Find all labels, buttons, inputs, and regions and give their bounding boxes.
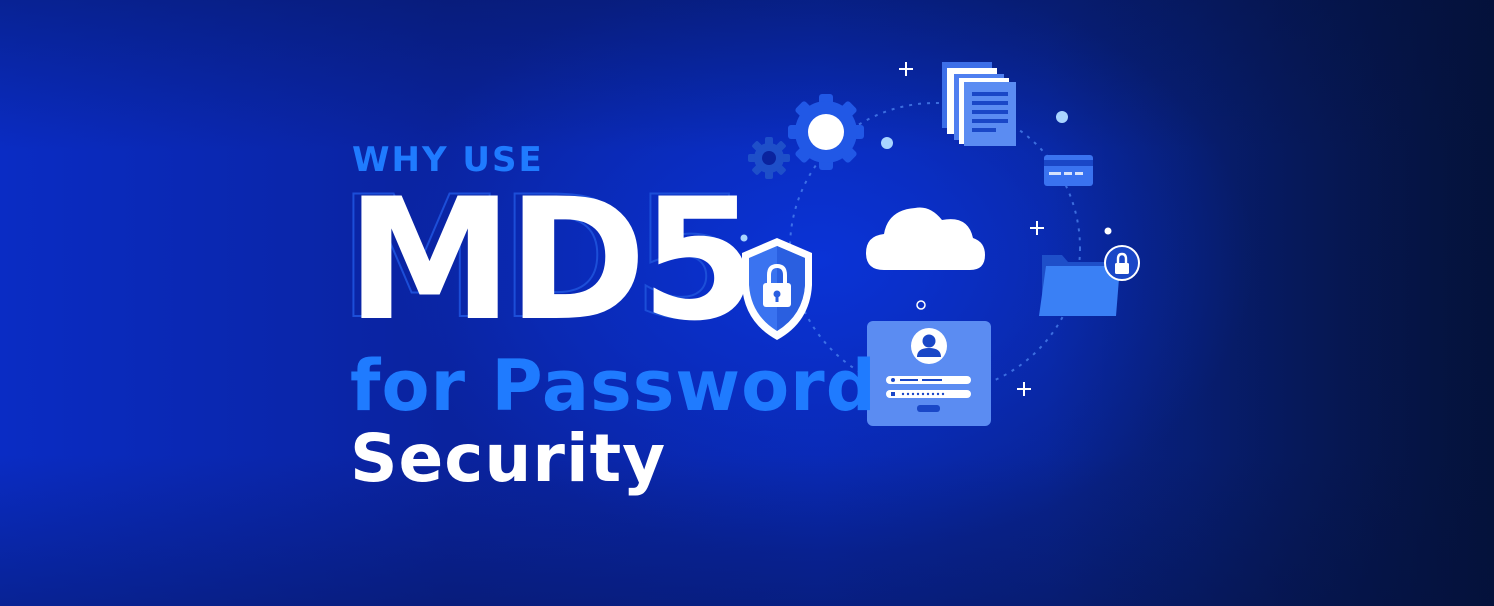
cloud-icon bbox=[866, 207, 985, 270]
sparkle-ring-icon bbox=[916, 300, 926, 310]
gear-icon bbox=[748, 137, 790, 179]
gear-icon bbox=[788, 94, 864, 170]
headline-main: MD5 bbox=[346, 162, 758, 358]
headline-line2: for Password bbox=[350, 345, 877, 427]
folder-lock-icon bbox=[1039, 245, 1140, 316]
login-card-icon bbox=[867, 321, 991, 426]
document-stack-icon bbox=[942, 62, 1016, 146]
shield-lock-icon bbox=[742, 238, 812, 340]
sparkle-dot-icon bbox=[1104, 227, 1112, 235]
sparkle-dot-icon bbox=[881, 137, 893, 149]
headline-line3: Security bbox=[350, 420, 667, 497]
credit-card-icon bbox=[1044, 155, 1093, 186]
sparkle-dot-icon bbox=[1056, 111, 1068, 123]
md5-banner: WHY USE MD5 MD5 for Password Security bbox=[0, 0, 1494, 606]
user-icon bbox=[911, 328, 947, 364]
